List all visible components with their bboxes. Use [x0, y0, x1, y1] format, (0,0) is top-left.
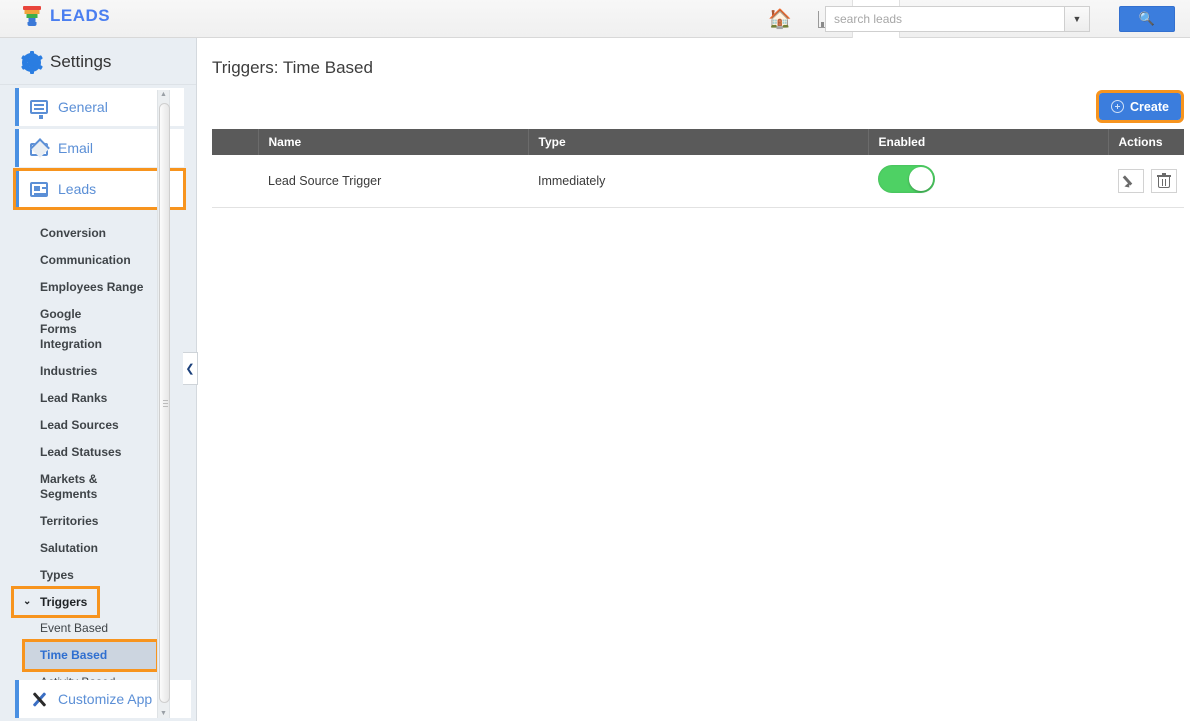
card-list-icon: [30, 181, 48, 197]
brand-logo[interactable]: LEADS: [22, 5, 110, 27]
sidebar-item-label: Leads: [58, 181, 97, 197]
main-content: Triggers: Time Based Create Name Type En…: [198, 38, 1190, 721]
cell-enabled: [868, 155, 1108, 208]
search-button[interactable]: 🔍: [1119, 6, 1175, 32]
plus-circle-icon: [1111, 100, 1125, 113]
trash-icon: [1157, 172, 1171, 188]
page-title: Triggers: Time Based: [212, 58, 373, 77]
search-bar: ▼: [825, 6, 1090, 32]
delete-button[interactable]: [1151, 168, 1177, 193]
scroll-up-icon[interactable]: ▲: [160, 91, 167, 98]
pencil-icon: [1124, 174, 1138, 188]
sidebar-collapse-button[interactable]: ❮: [183, 352, 198, 385]
settings-sidebar: Settings General › Email › Leads ⌄ Conve…: [0, 38, 197, 721]
search-input[interactable]: [825, 6, 1064, 32]
sidebar-item-label: Customize App: [58, 691, 153, 707]
tools-icon: [30, 691, 48, 708]
sidebar-group-label: Triggers: [40, 595, 88, 609]
column-header-enabled[interactable]: Enabled: [868, 129, 1109, 155]
cell-actions: [1108, 155, 1184, 208]
toggle-knob: [909, 167, 933, 192]
column-header-type[interactable]: Type: [528, 129, 869, 155]
enabled-toggle[interactable]: [878, 165, 935, 194]
table-row[interactable]: Lead Source Trigger Immediately: [212, 155, 1184, 208]
sidebar-item-label: General: [58, 99, 108, 115]
sidebar-scrollbar-thumb[interactable]: [159, 103, 170, 703]
sidebar-title: Settings: [50, 52, 112, 71]
sidebar-subitem-markets-segments[interactable]: Markets & Segments: [0, 466, 110, 508]
sidebar-group-triggers[interactable]: ⌄ Triggers: [10, 586, 101, 618]
create-button-label: Create: [1130, 99, 1169, 114]
column-header-name[interactable]: Name: [258, 129, 529, 155]
funnel-icon: [22, 5, 42, 27]
search-icon: 🔍: [1138, 11, 1156, 26]
edit-button[interactable]: [1118, 168, 1144, 193]
chevron-down-icon: ⌄: [23, 596, 32, 607]
column-header-blank: [212, 129, 259, 155]
monitor-icon: [30, 100, 48, 119]
cell-name: Lead Source Trigger: [258, 155, 528, 208]
cell-type: Immediately: [528, 155, 868, 208]
triggers-table: Name Type Enabled Actions Lead Source Tr…: [212, 129, 1184, 208]
table-header-row: Name Type Enabled Actions: [212, 129, 1184, 155]
search-scope-dropdown[interactable]: ▼: [1064, 6, 1090, 32]
top-bar: LEADS 🏠 ▼ 🔍: [0, 0, 1190, 38]
sidebar-item-label: Email: [58, 140, 94, 156]
brand-name: LEADS: [50, 6, 111, 25]
create-button[interactable]: Create: [1096, 90, 1184, 123]
home-icon: 🏠: [768, 8, 792, 30]
gear-icon: [20, 50, 43, 74]
sidebar-scrollbar[interactable]: ▲ ▼: [157, 90, 170, 718]
column-header-actions: Actions: [1108, 129, 1184, 155]
home-button[interactable]: 🏠: [756, 0, 804, 38]
envelope-icon: [30, 142, 48, 156]
sidebar-subitem-time-based[interactable]: Time Based: [22, 639, 159, 672]
sidebar-subitem-google-forms-integration[interactable]: Google Forms Integration: [0, 301, 130, 358]
chevron-down-icon: ▼: [1072, 14, 1082, 24]
row-select-cell: [212, 155, 258, 208]
sidebar-header: Settings: [0, 38, 196, 85]
chevron-left-icon: ❮: [185, 363, 195, 375]
scroll-down-icon[interactable]: ▼: [160, 710, 167, 717]
